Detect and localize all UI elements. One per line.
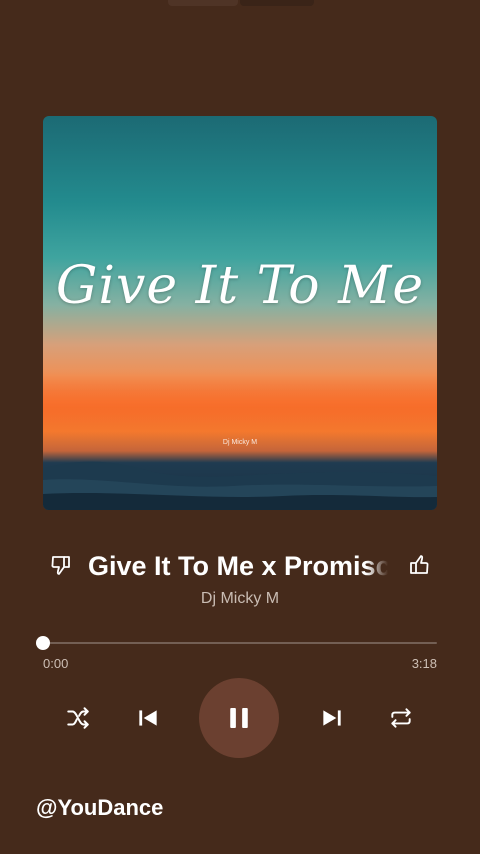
total-time: 3:18 (411, 656, 437, 671)
status-bar-segment (240, 0, 314, 6)
shuffle-icon (67, 707, 89, 729)
track-title: Give It To Me x Promiscu (88, 548, 388, 584)
current-time: 0:00 (43, 656, 69, 671)
thumbs-down-icon[interactable] (49, 553, 73, 577)
status-bar-segment (168, 0, 238, 6)
album-art-artist: Dj Micky M (222, 439, 258, 446)
watermark: @YouDance (36, 795, 164, 820)
album-art-sky-glow (43, 371, 437, 441)
track-info-row: Give It To Me x Promiscu (43, 546, 437, 586)
repeat-button[interactable] (386, 703, 416, 733)
shuffle-button[interactable] (63, 703, 93, 733)
previous-icon (139, 710, 157, 726)
next-button[interactable] (317, 703, 347, 733)
seek-bar[interactable] (36, 636, 437, 650)
repeat-icon (391, 708, 411, 728)
track-artist: Dj Micky M (200, 590, 280, 607)
thumbs-up-icon[interactable] (407, 553, 431, 577)
playback-controls (0, 676, 480, 760)
next-icon (323, 710, 341, 726)
status-bar (160, 0, 320, 8)
seek-bar-handle[interactable] (36, 636, 50, 650)
play-pause-button[interactable] (199, 678, 279, 758)
album-art: Give It To Me Dj Micky M (43, 116, 437, 510)
album-art-hills (43, 461, 437, 510)
album-art-title: Give It To Me (55, 256, 425, 316)
previous-button[interactable] (133, 703, 163, 733)
pause-icon (230, 708, 248, 728)
